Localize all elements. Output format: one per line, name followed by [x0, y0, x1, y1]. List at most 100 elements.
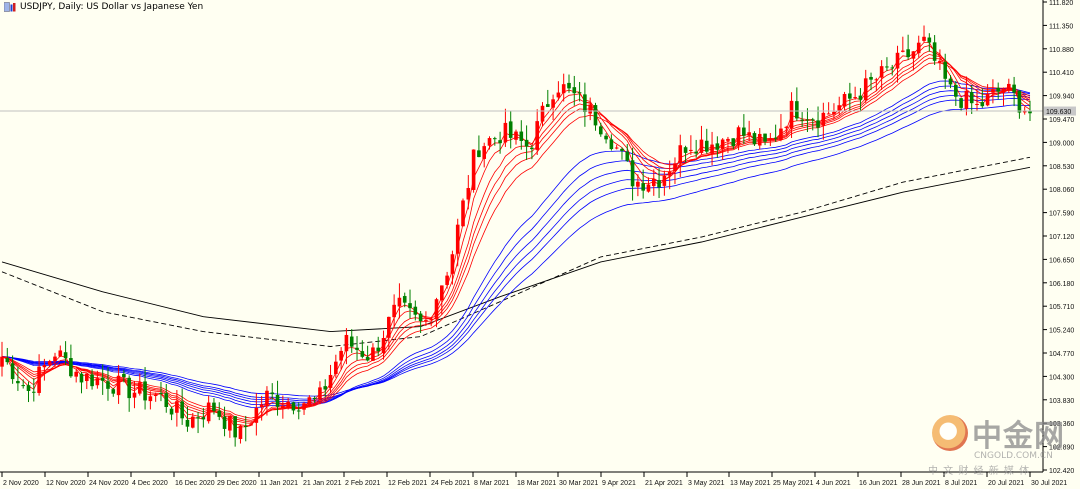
candle-body — [10, 363, 15, 380]
candle-body — [826, 113, 831, 115]
candle-body — [493, 138, 497, 140]
x-tick-label: 20 Jul 2021 — [988, 480, 1024, 487]
candle-body — [371, 347, 375, 361]
y-tick-label: 110.410 — [1049, 70, 1074, 77]
candle-body — [281, 405, 285, 409]
candle-body — [328, 374, 333, 388]
watermark-logo: 中金网 CNGOLD.COM.CN 中 文 财 经 新 媒 体 — [924, 411, 1074, 477]
candle-body — [349, 336, 354, 347]
x-tick-label: 21 Jan 2021 — [303, 480, 342, 487]
x-tick-label: 3 May 2021 — [688, 480, 725, 487]
candle-body — [821, 112, 826, 126]
x-tick-label: 18 Mar 2021 — [517, 480, 556, 487]
candle-body — [763, 133, 767, 142]
candle-body — [111, 389, 116, 394]
candle-body — [429, 318, 434, 320]
candle-body — [233, 416, 237, 438]
candle-body — [816, 120, 820, 128]
candle-body — [169, 408, 174, 415]
candle-body — [466, 188, 471, 200]
candle-body — [445, 275, 449, 285]
candle-body — [63, 352, 68, 359]
x-tick-label: 24 Nov 2020 — [89, 480, 129, 487]
candle-body — [858, 95, 863, 100]
candle-body — [662, 175, 667, 186]
x-tick-label: 2 Nov 2020 — [3, 480, 39, 487]
candle-body — [95, 378, 100, 386]
candle-body — [397, 297, 402, 307]
price-chart[interactable]: 111.820 111.350 110.880 110.410 109.940 109.4… — [0, 0, 1080, 489]
candle-body — [249, 424, 253, 426]
x-tick-label: 4 Jun 2021 — [816, 480, 851, 487]
candle-body — [768, 138, 773, 140]
candle-body — [673, 163, 677, 171]
candle-body — [228, 415, 232, 431]
candle-body — [487, 138, 492, 146]
candle-body — [519, 131, 524, 141]
candle-body — [471, 149, 476, 190]
y-tick-label: 107.590 — [1049, 211, 1074, 218]
candle-body — [323, 386, 328, 390]
y-tick-label: 108.060 — [1049, 187, 1074, 194]
candle-body — [800, 119, 804, 121]
x-tick-label: 13 May 2021 — [730, 480, 771, 487]
candle-body — [779, 128, 783, 141]
candle-body — [413, 306, 418, 315]
candle-body — [710, 144, 714, 154]
candle-body — [461, 200, 465, 227]
candle-body — [731, 138, 736, 147]
candle-body — [259, 404, 264, 407]
candle-body — [620, 148, 624, 151]
candle-body — [726, 138, 730, 141]
candle-body — [217, 410, 222, 417]
candle-body — [381, 338, 386, 354]
candle-body — [752, 133, 757, 145]
y-tick-label: 105.710 — [1049, 304, 1074, 311]
x-tick-label: 24 Feb 2021 — [431, 480, 470, 487]
candle-body — [503, 122, 508, 143]
candle-body — [116, 375, 121, 396]
watermark-tagline: 中 文 财 经 新 媒 体 — [928, 466, 1031, 477]
candle — [461, 198, 465, 227]
candle-body — [651, 178, 656, 187]
candle-body — [614, 147, 619, 149]
candle-body — [689, 149, 693, 151]
candle-body — [90, 374, 94, 387]
candle-body — [79, 373, 84, 383]
candle-body — [143, 381, 147, 401]
candle-body — [402, 296, 407, 303]
candle-body — [604, 135, 608, 140]
candle-body — [196, 417, 200, 419]
candle-body — [392, 304, 396, 318]
candle-body — [598, 126, 603, 135]
candle-body — [74, 371, 78, 377]
candle-body — [175, 401, 179, 413]
candle-body — [747, 132, 751, 136]
x-tick-label: 12 Nov 2020 — [46, 480, 86, 487]
candle-body — [583, 94, 587, 113]
candle-body — [784, 126, 789, 128]
candle-body — [440, 285, 444, 301]
candle-body — [275, 394, 280, 407]
candle-body — [334, 361, 338, 375]
candle-body — [683, 147, 688, 153]
candle-body — [21, 385, 25, 387]
candle-body — [302, 403, 306, 410]
candle-body — [561, 84, 566, 94]
watermark-url: CNGOLD.COM.CN — [974, 451, 1053, 461]
candle-body — [636, 181, 640, 187]
candle-body — [408, 303, 412, 309]
candle-body — [265, 390, 269, 407]
candle-body — [1001, 88, 1006, 93]
candle-body — [810, 119, 815, 121]
y-tick-label: 109.940 — [1049, 94, 1074, 101]
candle-body — [625, 151, 630, 161]
candle-body — [355, 347, 359, 350]
candle-body — [630, 160, 635, 187]
candle-body — [47, 361, 52, 365]
candle-body — [360, 351, 365, 357]
candle-body — [874, 79, 879, 81]
candle-body — [593, 105, 598, 126]
candle-body — [757, 133, 762, 146]
x-tick-label: 21 Apr 2021 — [645, 480, 683, 487]
